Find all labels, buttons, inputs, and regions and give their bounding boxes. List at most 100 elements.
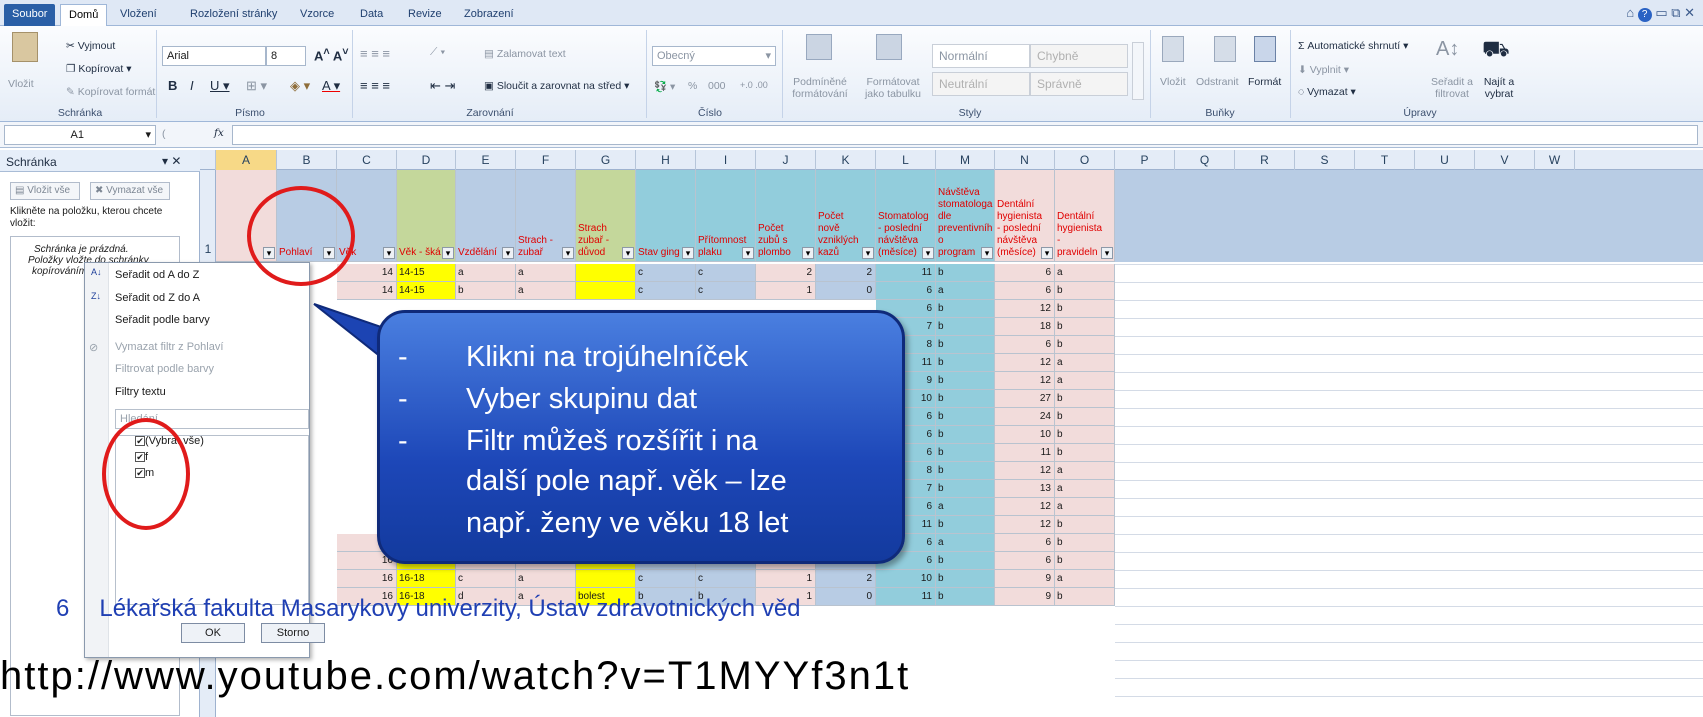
header-cell-e[interactable]: Vzdělání ▾ xyxy=(456,170,516,262)
fill-button[interactable]: ⬇ Vyplnit ▾ xyxy=(1298,64,1349,76)
style-bad[interactable]: Chybně xyxy=(1030,44,1128,68)
style-neutral[interactable]: Neutrální xyxy=(932,72,1030,96)
tab-formulas[interactable]: Vzorce xyxy=(292,4,342,26)
cut-button[interactable]: ✂ Vyjmout xyxy=(66,40,115,52)
table-cell[interactable]: b xyxy=(936,426,995,444)
cancel-button[interactable]: Storno xyxy=(261,623,325,643)
video-url[interactable]: http://www.youtube.com/watch?v=T1MYYf3n1… xyxy=(0,654,910,699)
column-header-q[interactable]: Q xyxy=(1175,150,1235,170)
filter-dropdown-icon[interactable]: ▾ xyxy=(922,247,934,259)
column-header-h[interactable]: H xyxy=(636,150,696,170)
table-cell[interactable]: b xyxy=(1055,426,1115,444)
filter-dropdown-icon[interactable]: ▾ xyxy=(981,247,993,259)
sort-filter-icon[interactable]: A↕ xyxy=(1436,38,1459,61)
table-cell[interactable]: b xyxy=(1055,300,1115,318)
column-header-s[interactable]: S xyxy=(1295,150,1355,170)
table-cell[interactable]: a xyxy=(1055,354,1115,372)
conditional-format-button[interactable]: Podmíněné formátování xyxy=(788,76,852,100)
window-controls[interactable]: ⌂ ? ▭ ⧉ ✕ xyxy=(1626,5,1695,22)
style-good[interactable]: Správně xyxy=(1030,72,1128,96)
table-cell[interactable]: 1 xyxy=(756,570,816,588)
table-cell[interactable]: b xyxy=(936,444,995,462)
column-header-m[interactable]: M xyxy=(936,150,995,170)
column-header-k[interactable]: K xyxy=(816,150,876,170)
table-cell[interactable]: 27 xyxy=(995,390,1055,408)
number-format-select[interactable]: Obecný ▾ xyxy=(652,46,776,66)
indent-icon[interactable]: ⇤ ⇥ xyxy=(430,78,455,94)
table-cell[interactable]: 13 xyxy=(995,480,1055,498)
header-cell-l[interactable]: Stomatolog - poslední návštěva (měsíce) ▾ xyxy=(876,170,936,262)
table-cell[interactable]: c xyxy=(456,570,516,588)
column-header-o[interactable]: O xyxy=(1055,150,1115,170)
paste-button[interactable]: Vložit xyxy=(8,78,34,90)
select-all-corner[interactable] xyxy=(200,150,216,170)
filter-dropdown-icon[interactable]: ▾ xyxy=(562,247,574,259)
header-cell-i[interactable]: Přítomnost plaku ▾ xyxy=(696,170,756,262)
column-header-b[interactable]: B xyxy=(277,150,337,170)
table-cell[interactable]: b xyxy=(936,336,995,354)
fill-color-icon[interactable]: ◈ ▾ xyxy=(290,78,310,94)
column-header-t[interactable]: T xyxy=(1355,150,1415,170)
table-cell[interactable]: 16 xyxy=(337,570,397,588)
clear-filter-item[interactable]: Vymazat filtr z Pohlaví xyxy=(115,341,223,353)
column-header-w[interactable]: W xyxy=(1535,150,1575,170)
delete-cells-icon[interactable] xyxy=(1214,36,1236,62)
table-cell[interactable]: b xyxy=(936,408,995,426)
table-cell[interactable]: c xyxy=(696,570,756,588)
table-cell[interactable]: 12 xyxy=(995,354,1055,372)
currency-icon[interactable]: 💱 ▾ xyxy=(654,80,675,93)
tab-insert[interactable]: Vložení xyxy=(112,4,165,26)
column-header-v[interactable]: V xyxy=(1475,150,1535,170)
header-cell-g[interactable]: Strach zubař - důvod ▾ xyxy=(576,170,636,262)
table-cell[interactable]: 6 xyxy=(995,336,1055,354)
column-header-a[interactable]: A xyxy=(216,150,277,170)
format-painter-button[interactable]: ✎ Kopírovat formát xyxy=(66,86,155,98)
font-name-select[interactable]: Arial xyxy=(162,46,266,66)
table-cell[interactable]: 6 xyxy=(995,552,1055,570)
column-header-c[interactable]: C xyxy=(337,150,397,170)
column-header-u[interactable]: U xyxy=(1415,150,1475,170)
table-cell[interactable]: a xyxy=(936,534,995,552)
table-cell[interactable]: b xyxy=(936,264,995,282)
table-cell[interactable]: c xyxy=(696,264,756,282)
column-header-n[interactable]: N xyxy=(995,150,1055,170)
table-cell[interactable]: c xyxy=(636,264,696,282)
table-cell[interactable]: 6 xyxy=(995,282,1055,300)
header-cell-m[interactable]: Návštěva stomatologa dle preventivníh o … xyxy=(936,170,995,262)
table-cell[interactable]: b xyxy=(1055,336,1115,354)
table-cell[interactable]: 10 xyxy=(876,570,936,588)
filter-dropdown-icon[interactable]: ▾ xyxy=(742,247,754,259)
header-cell-h[interactable]: Stav ging ▾ xyxy=(636,170,696,262)
tab-review[interactable]: Revize xyxy=(400,4,450,26)
tab-view[interactable]: Zobrazení xyxy=(456,4,522,26)
table-cell[interactable]: 6 xyxy=(876,282,936,300)
format-as-table-button[interactable]: Formátovat jako tabulku xyxy=(858,76,928,100)
table-cell[interactable]: 6 xyxy=(995,534,1055,552)
percent-button[interactable]: % xyxy=(688,80,697,92)
table-cell[interactable]: b xyxy=(1055,552,1115,570)
decimal-icon[interactable]: +.0 .00 xyxy=(740,80,768,90)
column-header-e[interactable]: E xyxy=(456,150,516,170)
table-cell[interactable]: 2 xyxy=(816,264,876,282)
insert-cells-icon[interactable] xyxy=(1162,36,1184,62)
table-cell[interactable]: a xyxy=(1055,480,1115,498)
delete-cells-button[interactable]: Odstranit xyxy=(1196,76,1239,88)
name-box[interactable]: A1 ▾ xyxy=(4,125,156,145)
table-cell[interactable] xyxy=(576,264,636,282)
paste-icon[interactable] xyxy=(12,32,38,62)
filter-dropdown-icon[interactable]: ▾ xyxy=(1101,247,1113,259)
table-cell[interactable]: b xyxy=(936,552,995,570)
table-cell[interactable]: 12 xyxy=(995,498,1055,516)
table-cell[interactable]: 11 xyxy=(995,444,1055,462)
table-cell[interactable]: 2 xyxy=(816,570,876,588)
column-header-l[interactable]: L xyxy=(876,150,936,170)
column-header-f[interactable]: F xyxy=(516,150,576,170)
align-left-icon[interactable]: ≡ ≡ ≡ xyxy=(360,78,390,93)
table-cell[interactable]: b xyxy=(1055,408,1115,426)
format-cells-button[interactable]: Formát xyxy=(1248,76,1281,88)
sort-az-item[interactable]: Seřadit od A do Z xyxy=(115,269,199,281)
align-top-icon[interactable]: ≡ ≡ ≡ xyxy=(360,46,390,61)
table-cell[interactable]: 14 xyxy=(337,264,397,282)
table-cell[interactable]: 12 xyxy=(995,516,1055,534)
italic-icon[interactable]: I xyxy=(190,78,194,93)
